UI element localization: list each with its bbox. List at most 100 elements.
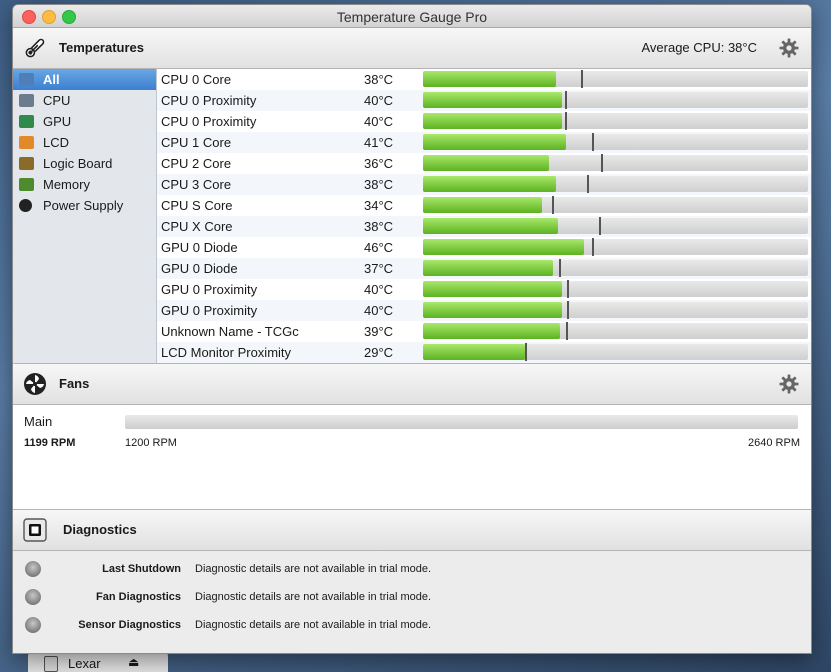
sensor-gauge-fill xyxy=(423,197,542,213)
sensor-name: CPU 2 Core xyxy=(161,156,232,171)
sensor-gauge-fill xyxy=(423,260,553,276)
sensor-value: 38°C xyxy=(364,219,394,234)
sensor-row[interactable]: CPU 1 Core 41°C xyxy=(157,132,811,153)
temperatures-title: Temperatures xyxy=(59,40,145,55)
sensor-name: GPU 0 Proximity xyxy=(161,282,258,297)
gear-icon[interactable] xyxy=(779,38,799,58)
sensor-value: 40°C xyxy=(364,93,394,108)
sensor-row[interactable]: GPU 0 Proximity 40°C xyxy=(157,300,811,321)
gear-icon[interactable] xyxy=(779,374,799,394)
sensor-row[interactable]: GPU 0 Diode 46°C xyxy=(157,237,811,258)
sensor-value: 39°C xyxy=(364,324,394,339)
diagnostics-title: Diagnostics xyxy=(63,522,137,537)
sidebar-item-power-supply[interactable]: Power Supply xyxy=(13,195,156,216)
sensor-peak-marker xyxy=(599,217,601,235)
sensor-row[interactable]: CPU X Core 38°C xyxy=(157,216,811,237)
fans-header: Fans xyxy=(13,363,811,405)
sensor-peak-marker xyxy=(565,91,567,109)
sensor-name: CPU 0 Proximity xyxy=(161,93,257,108)
sidebar-item-gpu[interactable]: GPU xyxy=(13,111,156,132)
diagnostic-text: Diagnostic details are not available in … xyxy=(195,563,432,575)
sensor-row[interactable]: Unknown Name - TCGc 39°C xyxy=(157,321,811,342)
sensor-gauge xyxy=(423,343,808,361)
sensor-value: 38°C xyxy=(364,72,394,87)
sidebar-item-memory[interactable]: Memory xyxy=(13,174,156,195)
sensor-peak-marker xyxy=(567,301,569,319)
sensor-gauge-fill xyxy=(423,239,584,255)
logic-board-icon xyxy=(19,157,34,170)
status-light-icon xyxy=(25,617,41,633)
sensor-peak-marker xyxy=(525,343,527,361)
fan-icon xyxy=(24,373,46,395)
sensor-gauge xyxy=(423,154,808,172)
chip-icon xyxy=(23,518,47,542)
all-icon xyxy=(19,73,34,86)
sensor-name: LCD Monitor Proximity xyxy=(161,345,292,360)
temperatures-panel: All CPU GPU LCD Logic Board Memory Power Suppl… xyxy=(13,69,811,363)
sensor-gauge-fill xyxy=(423,71,556,87)
sensor-gauge-fill xyxy=(423,302,562,318)
sensor-gauge-fill xyxy=(423,344,525,360)
sensor-row[interactable]: LCD Monitor Proximity 29°C xyxy=(157,342,811,363)
title-bar[interactable]: Temperature Gauge Pro xyxy=(13,5,811,28)
sensor-row[interactable]: GPU 0 Proximity 40°C xyxy=(157,279,811,300)
desktop-drive-item[interactable]: Lexar ⏏ xyxy=(28,652,168,672)
sensor-value: 37°C xyxy=(364,261,394,276)
average-cpu-label: Average CPU: xyxy=(641,40,725,55)
sensor-row[interactable]: CPU S Core 34°C xyxy=(157,195,811,216)
sensor-value: 29°C xyxy=(364,345,394,360)
sensor-row[interactable]: CPU 0 Proximity 40°C xyxy=(157,90,811,111)
sensor-gauge-fill xyxy=(423,281,562,297)
sensor-row[interactable]: CPU 0 Core 38°C xyxy=(157,69,811,90)
sensor-value: 38°C xyxy=(364,177,394,192)
sensor-gauge-fill xyxy=(423,155,549,171)
sensor-gauge xyxy=(423,70,808,88)
sensor-peak-marker xyxy=(601,154,603,172)
app-window: Temperature Gauge Pro Temperatures Avera… xyxy=(12,4,812,654)
sensor-value: 40°C xyxy=(364,114,394,129)
temperatures-header: Temperatures Average CPU: 38°C xyxy=(13,28,811,69)
fans-panel: Main 1199 RPM 1200 RPM 2640 RPM xyxy=(13,405,811,510)
thermometer-icon xyxy=(25,38,45,58)
category-sidebar: All CPU GPU LCD Logic Board Memory Power Suppl… xyxy=(13,69,157,363)
sensor-name: Unknown Name - TCGc xyxy=(161,324,299,339)
sensor-value: 40°C xyxy=(364,303,394,318)
sensor-peak-marker xyxy=(587,175,589,193)
average-cpu-value: 38°C xyxy=(727,40,757,55)
sensor-peak-marker xyxy=(565,112,567,130)
sidebar-item-label: GPU xyxy=(43,114,72,129)
sensor-row[interactable]: CPU 3 Core 38°C xyxy=(157,174,811,195)
sensor-gauge xyxy=(423,175,808,193)
sensor-row[interactable]: CPU 0 Proximity 40°C xyxy=(157,111,811,132)
sensor-name: CPU S Core xyxy=(161,198,233,213)
sensor-name: CPU 0 Proximity xyxy=(161,114,257,129)
average-cpu: Average CPU: 38°C xyxy=(641,40,757,55)
sensor-gauge xyxy=(423,259,808,277)
status-light-icon xyxy=(25,561,41,577)
eject-icon[interactable]: ⏏ xyxy=(128,655,139,669)
sensor-value: 34°C xyxy=(364,198,394,213)
cpu-icon xyxy=(19,94,34,107)
sensor-name: GPU 0 Proximity xyxy=(161,303,258,318)
sensor-row[interactable]: CPU 2 Core 36°C xyxy=(157,153,811,174)
sensor-name: CPU 0 Core xyxy=(161,72,232,87)
sensor-gauge-fill xyxy=(423,176,556,192)
sensor-name: CPU X Core xyxy=(161,219,233,234)
fan-speed-bar xyxy=(125,415,798,429)
fan-max-rpm: 2640 RPM xyxy=(748,437,800,449)
diagnostic-name: Fan Diagnostics xyxy=(96,591,181,603)
sensor-value: 41°C xyxy=(364,135,394,150)
sidebar-item-label: Memory xyxy=(43,177,90,192)
fan-name: Main xyxy=(24,414,53,429)
sidebar-item-label: Power Supply xyxy=(43,198,124,213)
sidebar-item-lcd[interactable]: LCD xyxy=(13,132,156,153)
sensor-name: CPU 1 Core xyxy=(161,135,232,150)
sidebar-item-logic-board[interactable]: Logic Board xyxy=(13,153,156,174)
sensor-peak-marker xyxy=(566,322,568,340)
sensor-peak-marker xyxy=(559,259,561,277)
diagnostic-name: Last Shutdown xyxy=(102,563,181,575)
sidebar-item-cpu[interactable]: CPU xyxy=(13,90,156,111)
sensor-gauge xyxy=(423,133,808,151)
sidebar-item-all[interactable]: All xyxy=(13,69,156,90)
sensor-row[interactable]: GPU 0 Diode 37°C xyxy=(157,258,811,279)
